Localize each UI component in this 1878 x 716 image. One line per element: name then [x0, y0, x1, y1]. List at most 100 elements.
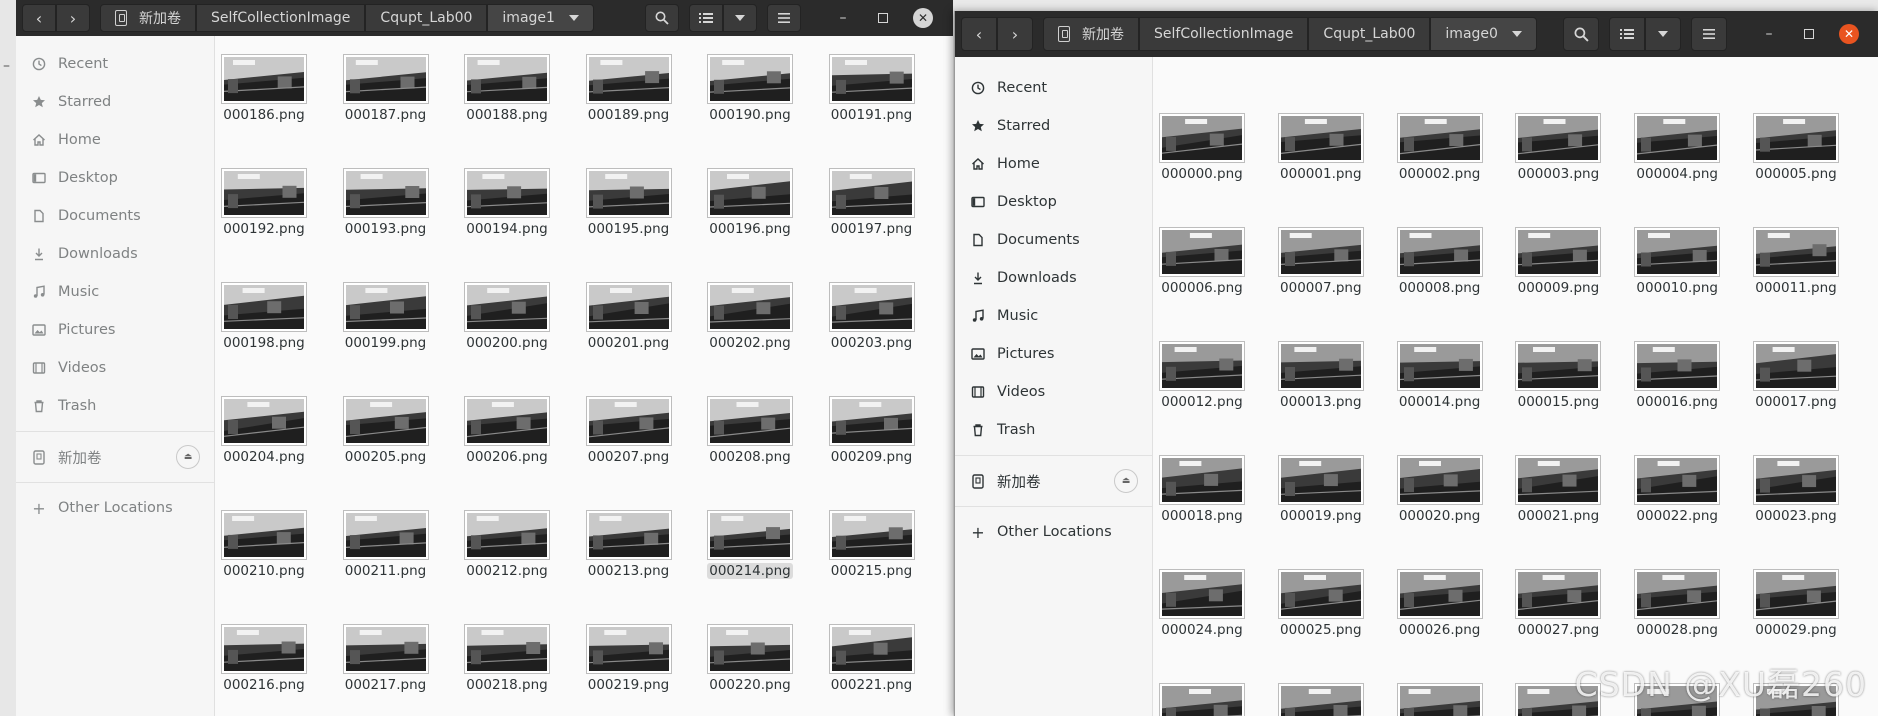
sidebar-item-other-locations[interactable]: + Other Locations [16, 489, 214, 527]
sidebar-item-trash[interactable]: Trash [16, 387, 214, 425]
file-item[interactable]: 000009.png [1508, 227, 1608, 296]
file-item[interactable]: 000200.png [457, 282, 557, 351]
sidebar-item-home[interactable]: Home [16, 121, 214, 159]
search-button[interactable] [1563, 17, 1599, 51]
file-item[interactable]: 000192.png [214, 168, 314, 237]
sidebar-item-volume[interactable]: 新加卷 ⏏ [955, 462, 1152, 500]
file-item[interactable]: 000025.png [1271, 569, 1371, 638]
file-item[interactable]: 000186.png [214, 54, 314, 123]
sidebar-item-music[interactable]: Music [955, 297, 1152, 335]
main-menu-button[interactable] [767, 4, 801, 32]
file-item[interactable]: 000006.png [1152, 227, 1252, 296]
file-item[interactable]: 000017.png [1746, 341, 1846, 410]
file-item[interactable]: 000016.png [1627, 341, 1727, 410]
minimize-button[interactable]: – [823, 4, 863, 32]
file-item[interactable]: 000211.png [336, 510, 436, 579]
sidebar-item-downloads[interactable]: Downloads [955, 259, 1152, 297]
file-item[interactable]: 000210.png [214, 510, 314, 579]
file-item[interactable]: 000014.png [1390, 341, 1490, 410]
sidebar-item-pictures[interactable]: Pictures [16, 311, 214, 349]
file-item[interactable]: 000023.png [1746, 455, 1846, 524]
eject-button[interactable]: ⏏ [176, 445, 200, 469]
file-item[interactable]: 000187.png [336, 54, 436, 123]
file-item[interactable]: 000024.png [1152, 569, 1252, 638]
file-item[interactable]: 000189.png [579, 54, 679, 123]
breadcrumb-current-folder[interactable]: image0 [1430, 17, 1537, 51]
file-item[interactable]: 000197.png [822, 168, 922, 237]
file-item[interactable]: 000001.png [1271, 113, 1371, 182]
file-item[interactable]: 000214.png [700, 510, 800, 579]
file-item[interactable]: 000026.png [1390, 569, 1490, 638]
file-item[interactable]: 000203.png [822, 282, 922, 351]
breadcrumb-folder[interactable]: Cqupt_Lab00 [365, 4, 488, 32]
file-item[interactable]: 000213.png [579, 510, 679, 579]
close-button[interactable]: ✕ [1829, 20, 1869, 48]
breadcrumb-volume[interactable]: 新加卷 [100, 4, 196, 32]
file-item[interactable]: 000188.png [457, 54, 557, 123]
view-options-button[interactable] [1645, 17, 1681, 51]
breadcrumb-folder[interactable]: SelfCollectionImage [1139, 17, 1309, 51]
sidebar-item-videos[interactable]: Videos [16, 349, 214, 387]
file-item[interactable]: 000196.png [700, 168, 800, 237]
file-item[interactable]: 000205.png [336, 396, 436, 465]
view-list-button[interactable] [689, 4, 723, 32]
sidebar-item-starred[interactable]: Starred [16, 83, 214, 121]
file-item[interactable]: 000027.png [1508, 569, 1608, 638]
sidebar-item-videos[interactable]: Videos [955, 373, 1152, 411]
file-item[interactable]: 000212.png [457, 510, 557, 579]
forward-button[interactable]: › [56, 4, 90, 32]
close-button[interactable]: ✕ [903, 4, 943, 32]
sidebar-item-recent[interactable]: Recent [955, 69, 1152, 107]
file-item[interactable]: 000012.png [1152, 341, 1252, 410]
file-item[interactable]: 000011.png [1746, 227, 1846, 296]
file-item[interactable]: 000216.png [214, 624, 314, 693]
main-menu-button[interactable] [1691, 17, 1727, 51]
sidebar-item-documents[interactable]: Documents [955, 221, 1152, 259]
back-button[interactable]: ‹ [22, 4, 56, 32]
file-item[interactable]: 000193.png [336, 168, 436, 237]
file-item[interactable]: 000022.png [1627, 455, 1727, 524]
sidebar-item-recent[interactable]: Recent [16, 45, 214, 83]
sidebar-item-trash[interactable]: Trash [955, 411, 1152, 449]
forward-button[interactable]: › [997, 17, 1033, 51]
file-item[interactable]: 000208.png [700, 396, 800, 465]
sidebar-item-other-locations[interactable]: + Other Locations [955, 513, 1152, 551]
sidebar-item-downloads[interactable]: Downloads [16, 235, 214, 273]
file-item[interactable]: 000218.png [457, 624, 557, 693]
breadcrumb-folder[interactable]: SelfCollectionImage [196, 4, 366, 32]
sidebar-item-desktop[interactable]: Desktop [16, 159, 214, 197]
file-item[interactable] [1390, 683, 1490, 716]
file-item[interactable]: 000000.png [1152, 113, 1252, 182]
maximize-button[interactable] [863, 4, 903, 32]
file-item[interactable]: 000010.png [1627, 227, 1727, 296]
file-item[interactable]: 000201.png [579, 282, 679, 351]
view-options-button[interactable] [723, 4, 757, 32]
eject-button[interactable]: ⏏ [1114, 469, 1138, 493]
sidebar-item-documents[interactable]: Documents [16, 197, 214, 235]
file-item[interactable]: 000220.png [700, 624, 800, 693]
file-item[interactable]: 000221.png [822, 624, 922, 693]
file-item[interactable]: 000015.png [1508, 341, 1608, 410]
back-button[interactable]: ‹ [961, 17, 997, 51]
search-button[interactable] [645, 4, 679, 32]
file-item[interactable]: 000204.png [214, 396, 314, 465]
breadcrumb-folder[interactable]: Cqupt_Lab00 [1308, 17, 1431, 51]
file-item[interactable] [1152, 683, 1252, 716]
file-item[interactable]: 000209.png [822, 396, 922, 465]
sidebar-item-volume[interactable]: 新加卷 ⏏ [16, 438, 214, 476]
file-item[interactable]: 000002.png [1390, 113, 1490, 182]
file-item[interactable]: 000008.png [1390, 227, 1490, 296]
sidebar-item-starred[interactable]: Starred [955, 107, 1152, 145]
file-item[interactable]: 000215.png [822, 510, 922, 579]
file-item[interactable] [1271, 683, 1371, 716]
minimize-button[interactable]: – [1749, 20, 1789, 48]
file-item[interactable]: 000019.png [1271, 455, 1371, 524]
view-list-button[interactable] [1609, 17, 1645, 51]
file-item[interactable]: 000021.png [1508, 455, 1608, 524]
sidebar-item-home[interactable]: Home [955, 145, 1152, 183]
maximize-button[interactable] [1789, 20, 1829, 48]
file-item[interactable]: 000013.png [1271, 341, 1371, 410]
file-item[interactable]: 000198.png [214, 282, 314, 351]
file-item[interactable]: 000018.png [1152, 455, 1252, 524]
file-item[interactable]: 000005.png [1746, 113, 1846, 182]
